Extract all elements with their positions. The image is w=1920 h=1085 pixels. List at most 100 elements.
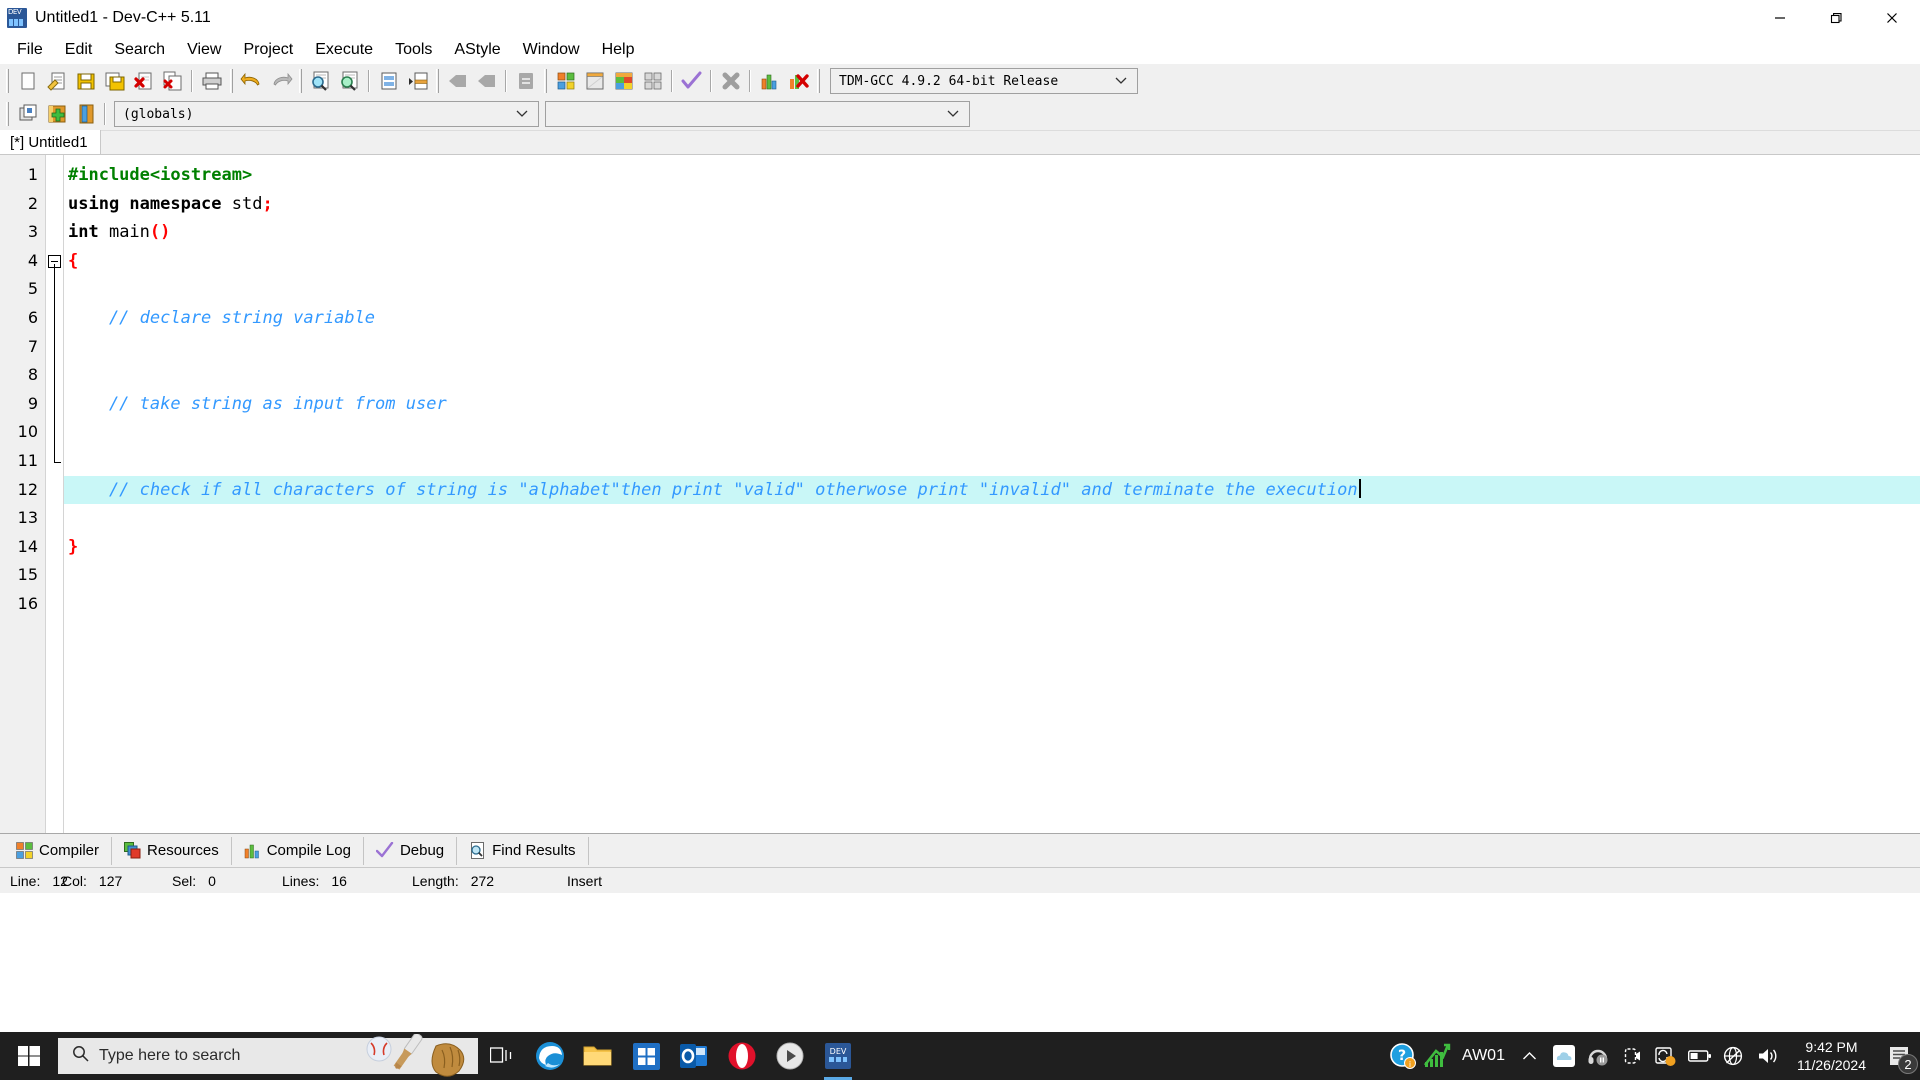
search-input[interactable]: Type here to search: [58, 1038, 478, 1074]
menu-window[interactable]: Window: [512, 38, 591, 62]
code-line[interactable]: [64, 361, 1920, 390]
goto-function-icon[interactable]: [403, 67, 432, 95]
toolbar-grip-2[interactable]: [230, 69, 233, 93]
menu-file[interactable]: File: [6, 38, 54, 62]
microsoft-store-icon[interactable]: [622, 1032, 670, 1080]
sync-icon[interactable]: [1649, 1032, 1683, 1080]
replace-icon[interactable]: [335, 67, 364, 95]
code-line[interactable]: using namespace std;: [64, 190, 1920, 219]
stop-execution-icon[interactable]: [716, 67, 745, 95]
headphones-icon[interactable]: [1581, 1032, 1615, 1080]
add-to-project-icon[interactable]: [42, 100, 71, 128]
goto-line-icon[interactable]: [374, 67, 403, 95]
code-folding-column[interactable]: [46, 155, 64, 833]
code-line[interactable]: [64, 418, 1920, 447]
undo-icon[interactable]: [237, 67, 266, 95]
webcam-icon[interactable]: [1615, 1032, 1649, 1080]
gutter-divider: [45, 155, 46, 833]
menu-search[interactable]: Search: [103, 38, 176, 62]
code-line[interactable]: [64, 333, 1920, 362]
open-file-icon[interactable]: [42, 67, 71, 95]
code-line[interactable]: [64, 590, 1920, 619]
toggle-breakpoint-icon[interactable]: [511, 67, 540, 95]
code-line[interactable]: }: [64, 533, 1920, 562]
outlook-icon[interactable]: [670, 1032, 718, 1080]
tab-compiler[interactable]: Compiler: [4, 837, 112, 865]
save-all-icon[interactable]: [100, 67, 129, 95]
menu-execute[interactable]: Execute: [304, 38, 384, 62]
tab-resources[interactable]: Resources: [112, 837, 232, 865]
media-player-icon[interactable]: [766, 1032, 814, 1080]
menu-view[interactable]: View: [176, 38, 232, 62]
windows-start-icon[interactable]: [0, 1032, 58, 1080]
close-all-icon[interactable]: [158, 67, 187, 95]
minimize-icon[interactable]: [1752, 0, 1808, 36]
code-line[interactable]: [64, 447, 1920, 476]
network-graph-icon[interactable]: [1420, 1032, 1454, 1080]
profile-icon[interactable]: [755, 67, 784, 95]
toolbar-grip-4[interactable]: [436, 69, 439, 93]
battery-icon[interactable]: [1683, 1032, 1717, 1080]
network-disconnected-icon[interactable]: [1717, 1032, 1751, 1080]
toolbar2-grip[interactable]: [6, 102, 9, 126]
project-manager-icon[interactable]: [13, 100, 42, 128]
close-file-icon[interactable]: [129, 67, 158, 95]
file-explorer-icon[interactable]: [574, 1032, 622, 1080]
status-lines-label: Lines:: [282, 873, 319, 889]
new-file-icon[interactable]: [13, 67, 42, 95]
code-line[interactable]: #include<iostream>: [64, 161, 1920, 190]
compile-run-icon[interactable]: [609, 67, 638, 95]
delete-profile-icon[interactable]: [784, 67, 813, 95]
scope-select[interactable]: (globals): [114, 101, 539, 127]
code-line[interactable]: // declare string variable: [64, 304, 1920, 333]
find-icon[interactable]: [306, 67, 335, 95]
help-question-icon[interactable]: ? i: [1386, 1032, 1420, 1080]
fold-toggle-line-4[interactable]: [46, 247, 64, 276]
syntax-check-icon[interactable]: [677, 67, 706, 95]
show-hidden-icons-icon[interactable]: [1513, 1032, 1547, 1080]
taskbar-clock[interactable]: 9:42 PM 11/26/2024: [1785, 1038, 1878, 1074]
code-line[interactable]: [64, 275, 1920, 304]
code-line[interactable]: [64, 561, 1920, 590]
tab-untitled1[interactable]: [*] Untitled1: [0, 130, 101, 154]
task-view-icon[interactable]: [478, 1032, 526, 1080]
class-browser-icon[interactable]: [71, 100, 100, 128]
opera-icon[interactable]: [718, 1032, 766, 1080]
redo-icon[interactable]: [266, 67, 295, 95]
volume-icon[interactable]: [1751, 1032, 1785, 1080]
forward-icon[interactable]: [472, 67, 501, 95]
close-icon[interactable]: [1864, 0, 1920, 36]
print-icon[interactable]: [197, 67, 226, 95]
rebuild-all-icon[interactable]: [638, 67, 667, 95]
code-line[interactable]: {: [64, 247, 1920, 276]
restore-icon[interactable]: [1808, 0, 1864, 36]
back-icon[interactable]: [443, 67, 472, 95]
menu-project[interactable]: Project: [232, 38, 304, 62]
onedrive-icon[interactable]: [1547, 1032, 1581, 1080]
toolbar-grip-3[interactable]: [299, 69, 302, 93]
run-icon[interactable]: [580, 67, 609, 95]
code-editor[interactable]: 12345678910111213141516 #include<iostrea…: [0, 155, 1920, 833]
code-line[interactable]: [64, 504, 1920, 533]
toolbar-grip-6[interactable]: [817, 69, 820, 93]
compiler-select[interactable]: TDM-GCC 4.9.2 64-bit Release: [830, 68, 1138, 94]
compile-icon[interactable]: [551, 67, 580, 95]
menu-edit[interactable]: Edit: [54, 38, 104, 62]
toolbar-grip-5[interactable]: [544, 69, 547, 93]
save-file-icon[interactable]: [71, 67, 100, 95]
toolbar-grip[interactable]: [6, 69, 9, 93]
menu-astyle[interactable]: AStyle: [443, 38, 511, 62]
member-select[interactable]: [545, 101, 970, 127]
code-line[interactable]: // take string as input from user: [64, 390, 1920, 419]
microsoft-edge-icon[interactable]: [526, 1032, 574, 1080]
menu-help[interactable]: Help: [591, 38, 646, 62]
code-line[interactable]: // check if all characters of string is …: [64, 476, 1920, 505]
code-line[interactable]: int main(): [64, 218, 1920, 247]
tab-debug[interactable]: Debug: [364, 837, 457, 865]
menu-tools[interactable]: Tools: [384, 38, 443, 62]
tab-find-results[interactable]: Find Results: [457, 837, 588, 865]
code-text-area[interactable]: #include<iostream>using namespace std;in…: [64, 155, 1920, 833]
dev-cpp-taskbar-icon[interactable]: DEV: [814, 1032, 862, 1080]
action-center-icon[interactable]: 2: [1878, 1032, 1920, 1080]
tab-compile-log[interactable]: Compile Log: [232, 837, 364, 865]
